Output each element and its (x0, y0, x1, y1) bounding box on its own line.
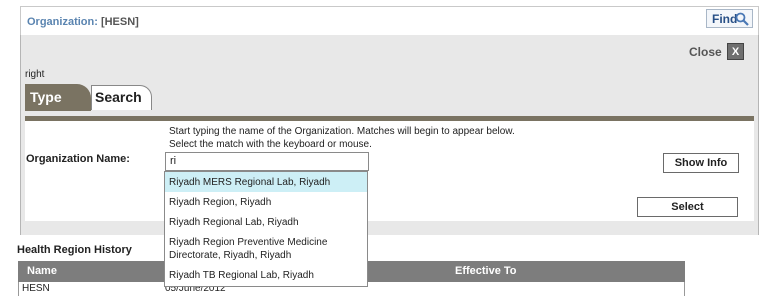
tab-search-label: Search (95, 89, 142, 105)
search-hint: Start typing the name of the Organizatio… (169, 125, 515, 151)
autocomplete-item[interactable]: Riyadh Region, Riyadh (165, 196, 367, 214)
find-button[interactable]: Find (706, 9, 753, 28)
autocomplete-dropdown: Riyadh MERS Regional Lab, Riyadh Riyadh … (164, 171, 368, 287)
right-label: right (25, 69, 45, 80)
organization-name-input[interactable]: ri (165, 152, 369, 171)
organization-search-dialog: Close X right Type Search Start typing t… (20, 35, 759, 235)
autocomplete-item[interactable]: Riyadh Region Preventive Medicine Direct… (165, 236, 367, 264)
find-button-label: Find (712, 12, 738, 26)
search-icon (735, 12, 749, 26)
autocomplete-item[interactable]: Riyadh Regional Lab, Riyadh (165, 216, 367, 234)
autocomplete-item[interactable]: Riyadh TB Regional Lab, Riyadh (165, 269, 367, 285)
health-region-history-title: Health Region History (17, 244, 132, 256)
search-form: Start typing the name of the Organizatio… (25, 121, 754, 221)
search-hint-line1: Start typing the name of the Organizatio… (169, 126, 515, 137)
tab-type[interactable]: Type (25, 84, 91, 111)
organization-name-label: Organization Name: (26, 153, 130, 165)
org-title-code: [HESN] (100, 16, 139, 28)
show-info-button[interactable]: Show Info (663, 153, 739, 173)
select-button[interactable]: Select (637, 197, 738, 217)
org-header-bar: Organization: [HESN] Find (20, 6, 759, 36)
org-title: Organization: [HESN] (27, 16, 139, 28)
autocomplete-item[interactable]: Riyadh MERS Regional Lab, Riyadh (165, 172, 367, 192)
col-effective-to-header: Effective To (455, 265, 517, 277)
col-name-header: Name (27, 265, 57, 277)
close-icon[interactable]: X (727, 43, 744, 60)
search-hint-line2: Select the match with the keyboard or mo… (169, 139, 372, 150)
close-label[interactable]: Close (689, 45, 722, 59)
tab-search[interactable]: Search (91, 85, 152, 110)
tab-type-label: Type (30, 89, 62, 105)
org-title-label: Organization: (27, 16, 98, 28)
row-name: HESN (22, 283, 50, 294)
